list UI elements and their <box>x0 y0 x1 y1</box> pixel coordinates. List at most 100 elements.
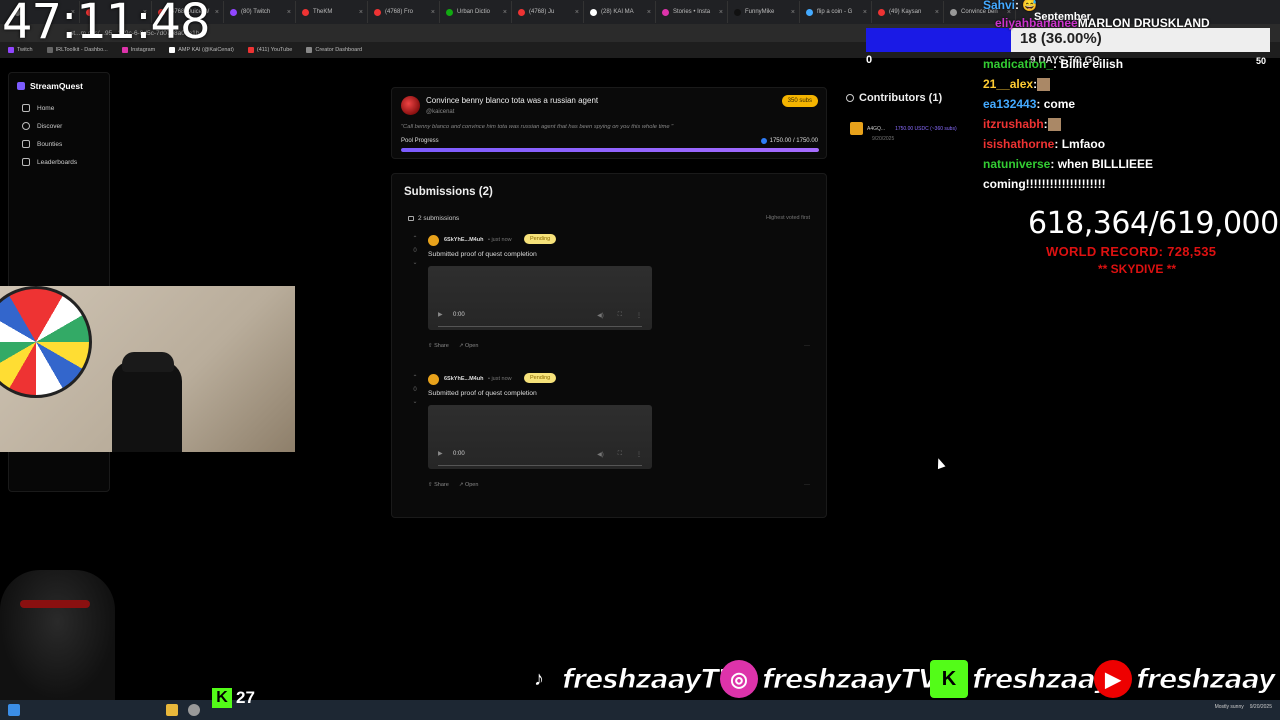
chat-text: MARLON DRUSKLAND <box>1077 16 1210 30</box>
reward-badge: 350 subs <box>781 95 818 107</box>
browser-tab[interactable]: flip a coin - G × <box>800 1 872 23</box>
bookmark[interactable]: (411) YouTube <box>247 47 292 53</box>
gaming-chair <box>0 570 115 700</box>
chat-text: : 😅 <box>1015 0 1038 12</box>
sidebar-item-discover[interactable]: Discover <box>9 117 109 135</box>
browser-tab[interactable]: (28) KAI MA × <box>584 1 656 23</box>
browser-tab[interactable]: (49) Kaysan × <box>872 1 944 23</box>
share-button[interactable]: ⇧ Share <box>428 343 449 349</box>
contributors-title: Contributors (1) <box>859 92 943 104</box>
tab-close-icon[interactable]: × <box>503 9 507 16</box>
tab-close-icon[interactable]: × <box>935 9 939 16</box>
chat-username: madication_ <box>983 57 1054 71</box>
video-player[interactable]: ▶ 0:00 ◀) ⛶ ⋮ <box>428 405 652 469</box>
downvote-icon[interactable]: ⌄ <box>408 257 422 269</box>
tab-close-icon[interactable]: × <box>575 9 579 16</box>
chrome-icon[interactable] <box>188 704 200 716</box>
submissions-count-text: 2 submissions <box>418 215 460 222</box>
bookmark-favicon-icon <box>247 47 254 53</box>
upvote-icon[interactable]: ⌃ <box>408 233 422 245</box>
more-icon[interactable]: ⋮ <box>636 451 642 458</box>
submitter-name[interactable]: 6SkYhE...M4uh <box>444 237 483 243</box>
video-scrubber[interactable] <box>438 326 642 327</box>
social-handle: freshzaay <box>972 663 1113 695</box>
sidebar-item-home[interactable]: Home <box>9 99 109 117</box>
upvote-icon[interactable]: ⌃ <box>408 372 422 384</box>
open-label: Open <box>464 482 479 488</box>
sidebar-item-leaderboards[interactable]: Leaderboards <box>9 153 109 171</box>
more-icon[interactable]: ⋮ <box>636 312 642 319</box>
tab-label: FunnyMike <box>745 9 775 15</box>
bookmark[interactable]: Creator Dashboard <box>306 47 362 53</box>
world-record: WORLD RECORD: 728,535 <box>1046 244 1217 259</box>
more-options-icon[interactable]: ··· <box>804 482 810 488</box>
contributor-avatar <box>850 122 863 135</box>
chat-message: ea132443: come <box>983 97 1075 111</box>
tab-close-icon[interactable]: × <box>431 9 435 16</box>
tab-close-icon[interactable]: × <box>647 9 651 16</box>
tab-close-icon[interactable]: × <box>215 9 219 16</box>
vote-count: 0 <box>413 387 417 393</box>
share-button[interactable]: ⇧ Share <box>428 482 449 488</box>
video-scrubber[interactable] <box>438 465 642 466</box>
fullscreen-icon[interactable]: ⛶ <box>618 451 622 458</box>
tab-favicon-icon <box>878 8 885 16</box>
volume-icon[interactable]: ◀) <box>597 451 604 458</box>
sidebar-item-bounties[interactable]: Bounties <box>9 135 109 153</box>
chat-message: madication_: Billie eilish <box>983 57 1123 71</box>
browser-tab[interactable]: (80) Twitch × <box>224 1 296 23</box>
tab-close-icon[interactable]: × <box>863 9 867 16</box>
chat-username: itzrushabh <box>983 117 1044 131</box>
volume-icon[interactable]: ◀) <box>597 312 604 319</box>
chat-username: isishathorne <box>983 137 1055 151</box>
open-button[interactable]: ↗ Open <box>459 343 479 349</box>
sort-label[interactable]: Highest voted first <box>766 215 810 221</box>
streamer-hat <box>122 352 174 372</box>
contributor-row[interactable]: A4GQ... 1750.00 USDC (~360 subs) <box>850 122 957 135</box>
creator-handle[interactable]: @kaicenat <box>426 109 454 115</box>
tiktok-icon: ♪ <box>520 660 558 698</box>
status-badge: Pending <box>524 234 557 244</box>
play-icon[interactable]: ▶ <box>438 311 443 318</box>
video-player[interactable]: ▶ 0:00 ◀) ⛶ ⋮ <box>428 266 652 330</box>
browser-tab[interactable]: Stories • Insta × <box>656 1 728 23</box>
fullscreen-icon[interactable]: ⛶ <box>618 312 622 319</box>
vote-controls: ⌃ 0 ⌄ <box>408 233 422 269</box>
submitter-avatar <box>428 374 439 385</box>
browser-tab[interactable]: FunnyMike × <box>728 1 800 23</box>
tab-label: flip a coin - G <box>817 9 853 15</box>
compass-icon <box>22 122 30 130</box>
video-controls: ◀) ⛶ ⋮ <box>597 312 642 319</box>
mouse-cursor-icon <box>934 456 946 470</box>
chat-text: coming!!!!!!!!!!!!!!!!!!!! <box>983 177 1106 191</box>
browser-tab[interactable]: (4768) Fro × <box>368 1 440 23</box>
more-options-icon[interactable]: ··· <box>804 343 810 349</box>
tab-label: (4768) Fro <box>385 9 414 15</box>
social-youtube: ▶ freshzaay <box>1094 660 1276 698</box>
tab-close-icon[interactable]: × <box>359 9 363 16</box>
tab-close-icon[interactable]: × <box>719 9 723 16</box>
chat-message: Sahvi: 😅 <box>983 0 1037 12</box>
browser-tab[interactable]: TheKM × <box>296 1 368 23</box>
tab-close-icon[interactable]: × <box>287 9 291 16</box>
comment-icon <box>408 216 414 221</box>
tab-favicon-icon <box>950 8 957 16</box>
submission-card: ⌃ 0 ⌄ 6SkYhE...M4uh • just now Pending Submitt… <box>408 233 814 363</box>
browser-tab[interactable]: (4768) Ju × <box>512 1 584 23</box>
open-button[interactable]: ↗ Open <box>459 482 479 488</box>
downvote-icon[interactable]: ⌄ <box>408 396 422 408</box>
tab-close-icon[interactable]: × <box>791 9 795 16</box>
folder-icon[interactable] <box>166 704 178 716</box>
home-icon <box>22 104 30 112</box>
tab-label: (80) Twitch <box>241 9 271 15</box>
nav-label: Home <box>37 104 55 112</box>
kick-viewer-count: K 27 <box>212 688 255 708</box>
chat-message: isishathorne: Lmfaoo <box>983 137 1105 151</box>
submitter-name[interactable]: 6SkYhE...M4uh <box>444 376 483 382</box>
play-icon[interactable]: ▶ <box>438 450 443 457</box>
start-icon[interactable] <box>8 704 20 716</box>
chat-overlay: Sahvi: 😅 eliyahbananeeMARLON DRUSKLAND mad… <box>983 0 1280 200</box>
brand[interactable]: StreamQuest <box>9 73 109 99</box>
tab-favicon-icon <box>662 8 669 16</box>
browser-tab[interactable]: Urban Dictio × <box>440 1 512 23</box>
